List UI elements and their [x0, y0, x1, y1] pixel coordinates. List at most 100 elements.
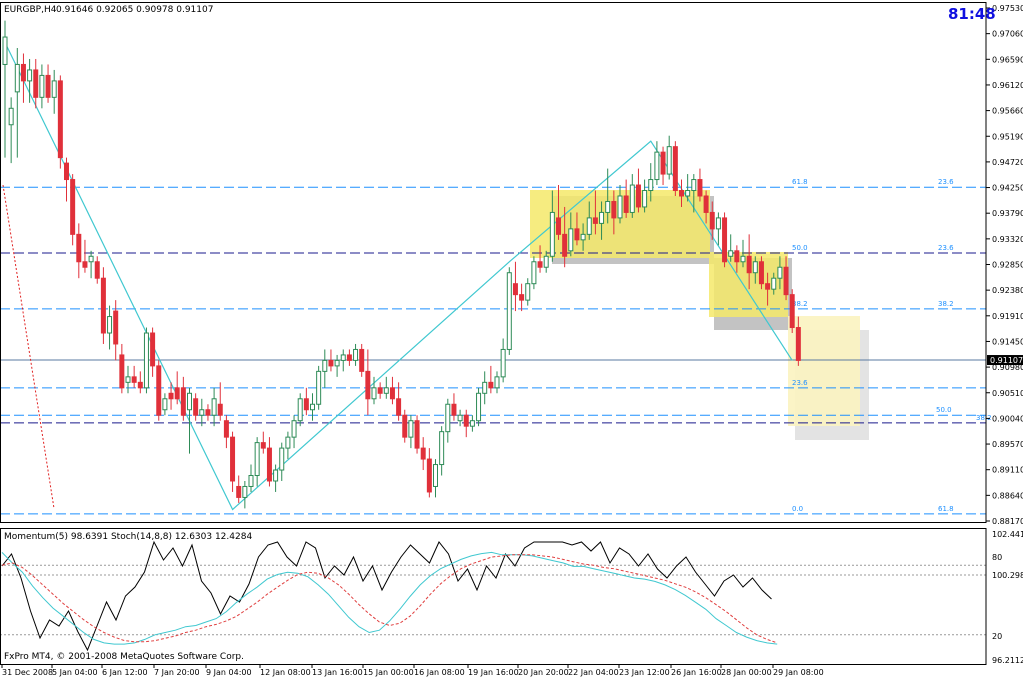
candle-body: [64, 162, 69, 181]
candle-body: [205, 409, 211, 416]
x-tick-label: 22 Jan 04:00: [568, 668, 619, 677]
candle-body: [187, 392, 192, 411]
candle-body: [654, 151, 660, 181]
candle-body: [648, 179, 654, 192]
candle-body: [445, 403, 451, 433]
candle-body: [666, 146, 672, 175]
candle-body: [469, 420, 475, 427]
fib-label: 50.0: [936, 406, 952, 414]
candle-body: [45, 74, 51, 98]
fib-label: 50.0: [792, 244, 808, 252]
candle-body: [562, 233, 568, 257]
candle-body: [107, 316, 113, 334]
candle-body: [439, 431, 445, 466]
indicator-tick-label: 80: [992, 553, 1002, 562]
candle-body: [426, 458, 432, 493]
candle-body: [697, 179, 703, 197]
candle-body: [537, 261, 543, 268]
candle-body: [685, 190, 691, 197]
candle-body: [482, 381, 488, 394]
y-tick-label: 0.97530: [992, 4, 1023, 13]
indicator-tick-label: 20: [992, 632, 1002, 641]
candle-body: [291, 420, 297, 438]
y-tick-label: 0.89570: [992, 440, 1023, 449]
x-tick-label: 15 Jan 00:00: [363, 668, 414, 677]
candle-body: [8, 107, 14, 126]
candle-body: [777, 266, 783, 279]
symbol-label: EURGBP,H4: [4, 5, 57, 15]
candle-body: [574, 228, 580, 241]
candle: [156, 360, 162, 421]
candle-body: [365, 370, 371, 400]
candle-body: [752, 261, 758, 274]
candle-body: [51, 80, 57, 98]
candle-body: [506, 272, 512, 350]
candle: [316, 365, 322, 410]
x-tick-label: 23 Jan 12:00: [619, 668, 670, 677]
y-tick-label: 0.95660: [992, 107, 1023, 116]
candle-body: [734, 250, 740, 263]
candle-body: [33, 69, 39, 98]
copyright-label: FxPro MT4, © 2001-2008 MetaQuotes Softwa…: [4, 652, 244, 662]
candle-body: [457, 414, 463, 422]
bar-timer: 81:48: [948, 5, 996, 23]
candle-body: [76, 233, 82, 263]
candle: [100, 267, 106, 344]
candle-body: [543, 255, 549, 268]
trading-chart[interactable]: 61.8 23.650.0 23.638.2 38.223.650.038.20.0 6…: [0, 0, 1023, 678]
x-tick-label: 20 Jan 20:00: [518, 668, 569, 677]
fib-label: 38.2: [976, 414, 992, 422]
candle-body: [162, 398, 168, 411]
candle-body: [525, 283, 531, 301]
x-tick-label: 7 Jan 20:00: [154, 668, 200, 677]
candle-body: [758, 261, 764, 285]
candle: [57, 75, 63, 169]
y-tick-label: 0.94720: [992, 158, 1023, 167]
candle-body: [180, 387, 186, 416]
candle-body: [451, 403, 457, 416]
candle-body: [672, 146, 678, 192]
candle-body: [494, 376, 500, 389]
candle-body: [316, 370, 322, 405]
candle-body: [70, 179, 76, 235]
x-tick-label: 26 Jan 16:00: [671, 668, 722, 677]
candle-body: [679, 190, 684, 197]
candle-body: [273, 469, 279, 482]
candle-body: [586, 217, 592, 235]
candle-body: [279, 447, 285, 471]
candle-body: [765, 283, 771, 290]
candle-body: [254, 442, 260, 477]
candle-body: [346, 354, 352, 361]
candle-body: [783, 266, 789, 296]
candle-body: [359, 348, 365, 372]
y-tick-label: 0.91450: [992, 337, 1023, 346]
y-tick-label: 0.88640: [992, 491, 1023, 500]
indicator-tick-label: 100.2988: [992, 571, 1023, 580]
candle: [722, 212, 728, 268]
y-tick-label: 0.94250: [992, 184, 1023, 193]
candle-body: [57, 80, 63, 159]
candle-body: [193, 398, 199, 416]
candle-body: [143, 332, 149, 389]
candle: [789, 289, 795, 334]
candle-body: [617, 195, 623, 219]
candle-body: [476, 392, 482, 422]
candle-body: [629, 184, 635, 213]
candle-body: [722, 217, 728, 263]
y-tick-label: 0.93320: [992, 235, 1023, 244]
indicator-header: Momentum(5) 98.6391 Stoch(14,8,8) 12.630…: [4, 532, 252, 542]
candle-body: [266, 447, 272, 482]
candle-body: [119, 354, 125, 389]
current-price-label: 0.91107: [990, 356, 1023, 365]
y-tick-label: 0.96120: [992, 81, 1023, 90]
candle-body: [353, 348, 359, 361]
candle-body: [512, 283, 518, 296]
indicator-tick-label: 96.2112: [992, 656, 1023, 665]
candle: [506, 267, 512, 355]
candle-body: [377, 387, 383, 394]
candle-body: [715, 217, 721, 230]
candle-body: [408, 420, 414, 438]
candle-body: [605, 200, 611, 213]
candle-body: [27, 69, 33, 82]
candle-body: [310, 403, 315, 411]
